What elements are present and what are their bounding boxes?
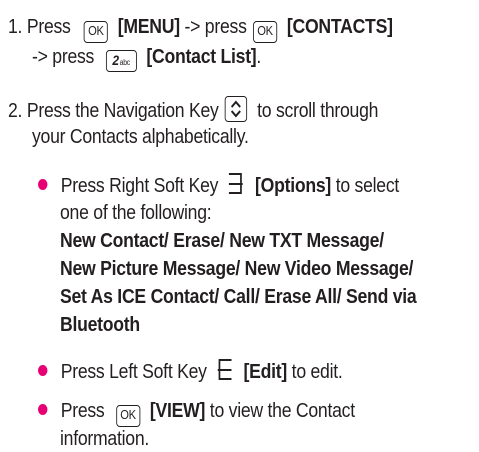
bullet-1-line-1: Press Right Soft Key [Options] to select bbox=[38, 172, 399, 203]
left-soft-key-glyph bbox=[217, 359, 232, 380]
right-soft-key-icon bbox=[226, 172, 245, 203]
two-key-icon: 2abc bbox=[105, 50, 137, 72]
ok-key-icon: OK bbox=[116, 405, 141, 427]
ok-key-icon: OK bbox=[83, 21, 108, 43]
bullet-3-line-2: information. bbox=[60, 426, 149, 452]
step-1-line-2: -> press 2abc [Contact List]. bbox=[32, 44, 261, 72]
step-2-line-1: 2. Press the Navigation Key to scroll th… bbox=[8, 96, 378, 124]
right-soft-key-glyph bbox=[228, 173, 243, 194]
step-number: 2. bbox=[8, 99, 23, 122]
step-text: to scroll through bbox=[257, 99, 379, 122]
step-text: Press the Navigation Key bbox=[26, 99, 219, 122]
options-list-line-1: New Contact/ Erase/ New TXT Message/ bbox=[60, 229, 384, 252]
step-text: . bbox=[256, 45, 262, 68]
bullet-text: information. bbox=[60, 427, 150, 450]
bullet-text: Press Right Soft Key bbox=[60, 174, 219, 197]
options-list-line-3: Set As ICE Contact/ Call/ Erase All/ Sen… bbox=[60, 285, 417, 308]
step-number: 1. bbox=[8, 15, 23, 38]
step-text: Press bbox=[26, 15, 71, 38]
step-text: -> press bbox=[32, 45, 95, 68]
navigation-key-icon bbox=[224, 96, 248, 122]
navigation-arrows-icon bbox=[231, 100, 242, 118]
options-list-line-2: New Picture Message/ New Video Message/ bbox=[60, 257, 414, 280]
bullet-text: Press bbox=[60, 399, 105, 422]
two-key-letters: abc bbox=[119, 58, 131, 67]
bullet-icon bbox=[38, 179, 48, 190]
bullet-3-line-1: Press OK [VIEW] to view the Contact bbox=[38, 398, 355, 427]
bullet-icon bbox=[38, 365, 48, 376]
left-soft-key-icon bbox=[215, 358, 234, 389]
options-list-line-4: Bluetooth bbox=[60, 313, 140, 336]
bullet-text: to view the Contact bbox=[209, 399, 355, 422]
options-label: [Options] bbox=[255, 174, 332, 197]
contact-list-label: [Contact List] bbox=[146, 45, 257, 68]
bullet-text: to edit. bbox=[291, 360, 343, 383]
step-text: your Contacts alphabetically. bbox=[32, 125, 249, 148]
step-text: -> press bbox=[184, 15, 247, 38]
bullet-text: one of the following: bbox=[60, 201, 212, 224]
ok-key-icon: OK bbox=[253, 21, 278, 43]
menu-label: [MENU] bbox=[117, 15, 180, 38]
bullet-text: to select bbox=[335, 174, 400, 197]
contacts-label: [CONTACTS] bbox=[286, 15, 393, 38]
bullet-text: Press Left Soft Key bbox=[60, 360, 207, 383]
edit-label: [Edit] bbox=[243, 360, 288, 383]
two-key-digit: 2 bbox=[112, 52, 119, 68]
step-2-line-2: your Contacts alphabetically. bbox=[32, 124, 249, 150]
bullet-1-line-2: one of the following: bbox=[60, 200, 212, 226]
bullet-2-line-1: Press Left Soft Key [Edit] to edit. bbox=[38, 358, 343, 389]
bullet-icon bbox=[38, 404, 48, 415]
step-1-line-1: 1. Press OK [MENU] -> press OK [CONTACTS… bbox=[8, 14, 393, 43]
view-label: [VIEW] bbox=[149, 399, 206, 422]
